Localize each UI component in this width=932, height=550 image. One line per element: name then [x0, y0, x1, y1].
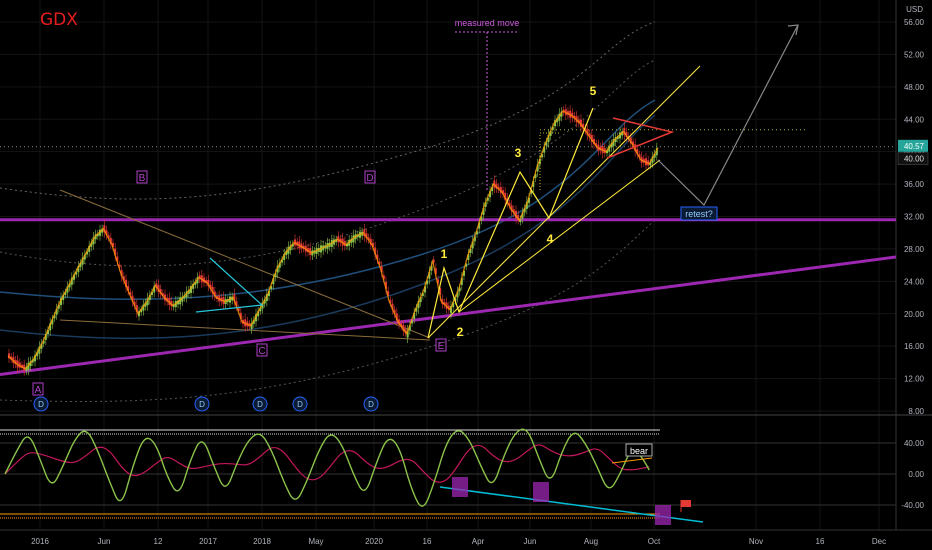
time-tick-label: Jun: [98, 537, 111, 546]
measured-move-label: measured move: [455, 18, 520, 28]
upper-channel-top: [0, 21, 656, 200]
price-tick-label: 20.00: [904, 310, 925, 319]
event-marker-label: D: [368, 400, 374, 409]
price-tick-label: 8.00: [908, 407, 924, 416]
bear-divergence-line: [611, 457, 653, 464]
time-tick-label: Aug: [584, 537, 598, 546]
time-tick-label: Nov: [749, 537, 763, 546]
correction-label: B: [139, 173, 146, 184]
time-tick-label: Oct: [648, 537, 661, 546]
time-axis: 2016 Jun 12 2017 2018 May 2020 16 Apr Jun Aug Oct No…: [0, 529, 932, 546]
time-tick-label: Apr: [472, 537, 485, 546]
bear-label: bear: [630, 446, 648, 456]
price-tick-label: 12.00: [904, 375, 925, 384]
rsi-signal-box: [533, 482, 549, 502]
price-tick-label: 32.00: [904, 213, 925, 222]
wave-bracket: [539, 132, 560, 190]
time-tick-label: 2016: [31, 537, 49, 546]
regression-midline: [0, 114, 656, 340]
retest-label: retest?: [685, 209, 713, 219]
time-tick-label: Jun: [524, 537, 537, 546]
currency-label: USD: [906, 5, 923, 14]
time-tick-label: 16: [816, 537, 825, 546]
wave-label: 4: [547, 232, 554, 246]
time-tick-label: 12: [154, 537, 163, 546]
correction-label: C: [258, 346, 265, 357]
price-tick-label: 16.00: [904, 342, 925, 351]
flag-marker: [681, 500, 691, 507]
correction-label: D: [366, 173, 373, 184]
rising-support-trendline: [0, 255, 897, 377]
rsi-signal-box: [655, 505, 671, 525]
time-tick-label: Dec: [872, 537, 886, 546]
wave-channel-upper: [427, 65, 701, 339]
wave-channel-lower: [458, 159, 661, 313]
price-tick-label: 28.00: [904, 245, 925, 254]
current-price-label: 40.57: [904, 142, 925, 151]
event-marker-label: D: [297, 400, 303, 409]
event-marker-label: D: [257, 400, 263, 409]
projection-path: [657, 24, 799, 206]
wave-label: 3: [515, 146, 522, 160]
wave-label: 1: [441, 247, 448, 261]
correction-label: A: [35, 385, 42, 396]
price-tick-label: 48.00: [904, 83, 925, 92]
ticker-symbol: GDX: [40, 10, 78, 30]
rsi-signal-box: [452, 477, 468, 497]
price-tick-label: 56.00: [904, 18, 925, 27]
time-tick-label: 2020: [365, 537, 383, 546]
wave-label: 5: [590, 84, 597, 98]
price-tick-label: 24.00: [904, 277, 925, 286]
price-axis: USD 56.00 52.00 48.00 44.00 40.00 36.00 32.00 28…: [897, 5, 929, 510]
price-tick-label: 36.00: [904, 180, 925, 189]
event-marker-label: D: [38, 400, 44, 409]
rsi-panel: bear: [0, 428, 896, 525]
price-tick-label: 52.00: [904, 50, 925, 59]
correction-label: E: [438, 341, 445, 352]
annotation-layer: 1 2 3 4 5 A B C D E D D D D Dmeasured move retest?: [32, 18, 799, 412]
time-tick-label: May: [308, 537, 323, 546]
wave-label: 2: [457, 325, 464, 339]
bands-layer: [0, 21, 656, 403]
rsi-tick-label: 40.00: [904, 439, 925, 448]
time-tick-label: 2018: [253, 537, 271, 546]
time-tick-label: 16: [423, 537, 432, 546]
price-tick-label: 44.00: [904, 115, 925, 124]
time-tick-label: 2017: [199, 537, 217, 546]
level-label: 40.00: [904, 155, 925, 164]
rsi-line: [4, 428, 650, 507]
rsi-tick-label: -40.00: [901, 501, 924, 510]
price-chart[interactable]: 12345ABCDED D D D Dmeasured moveretest? bear…: [0, 0, 932, 550]
event-marker-label: D: [199, 400, 205, 409]
rsi-tick-label: 0.00: [908, 470, 924, 479]
